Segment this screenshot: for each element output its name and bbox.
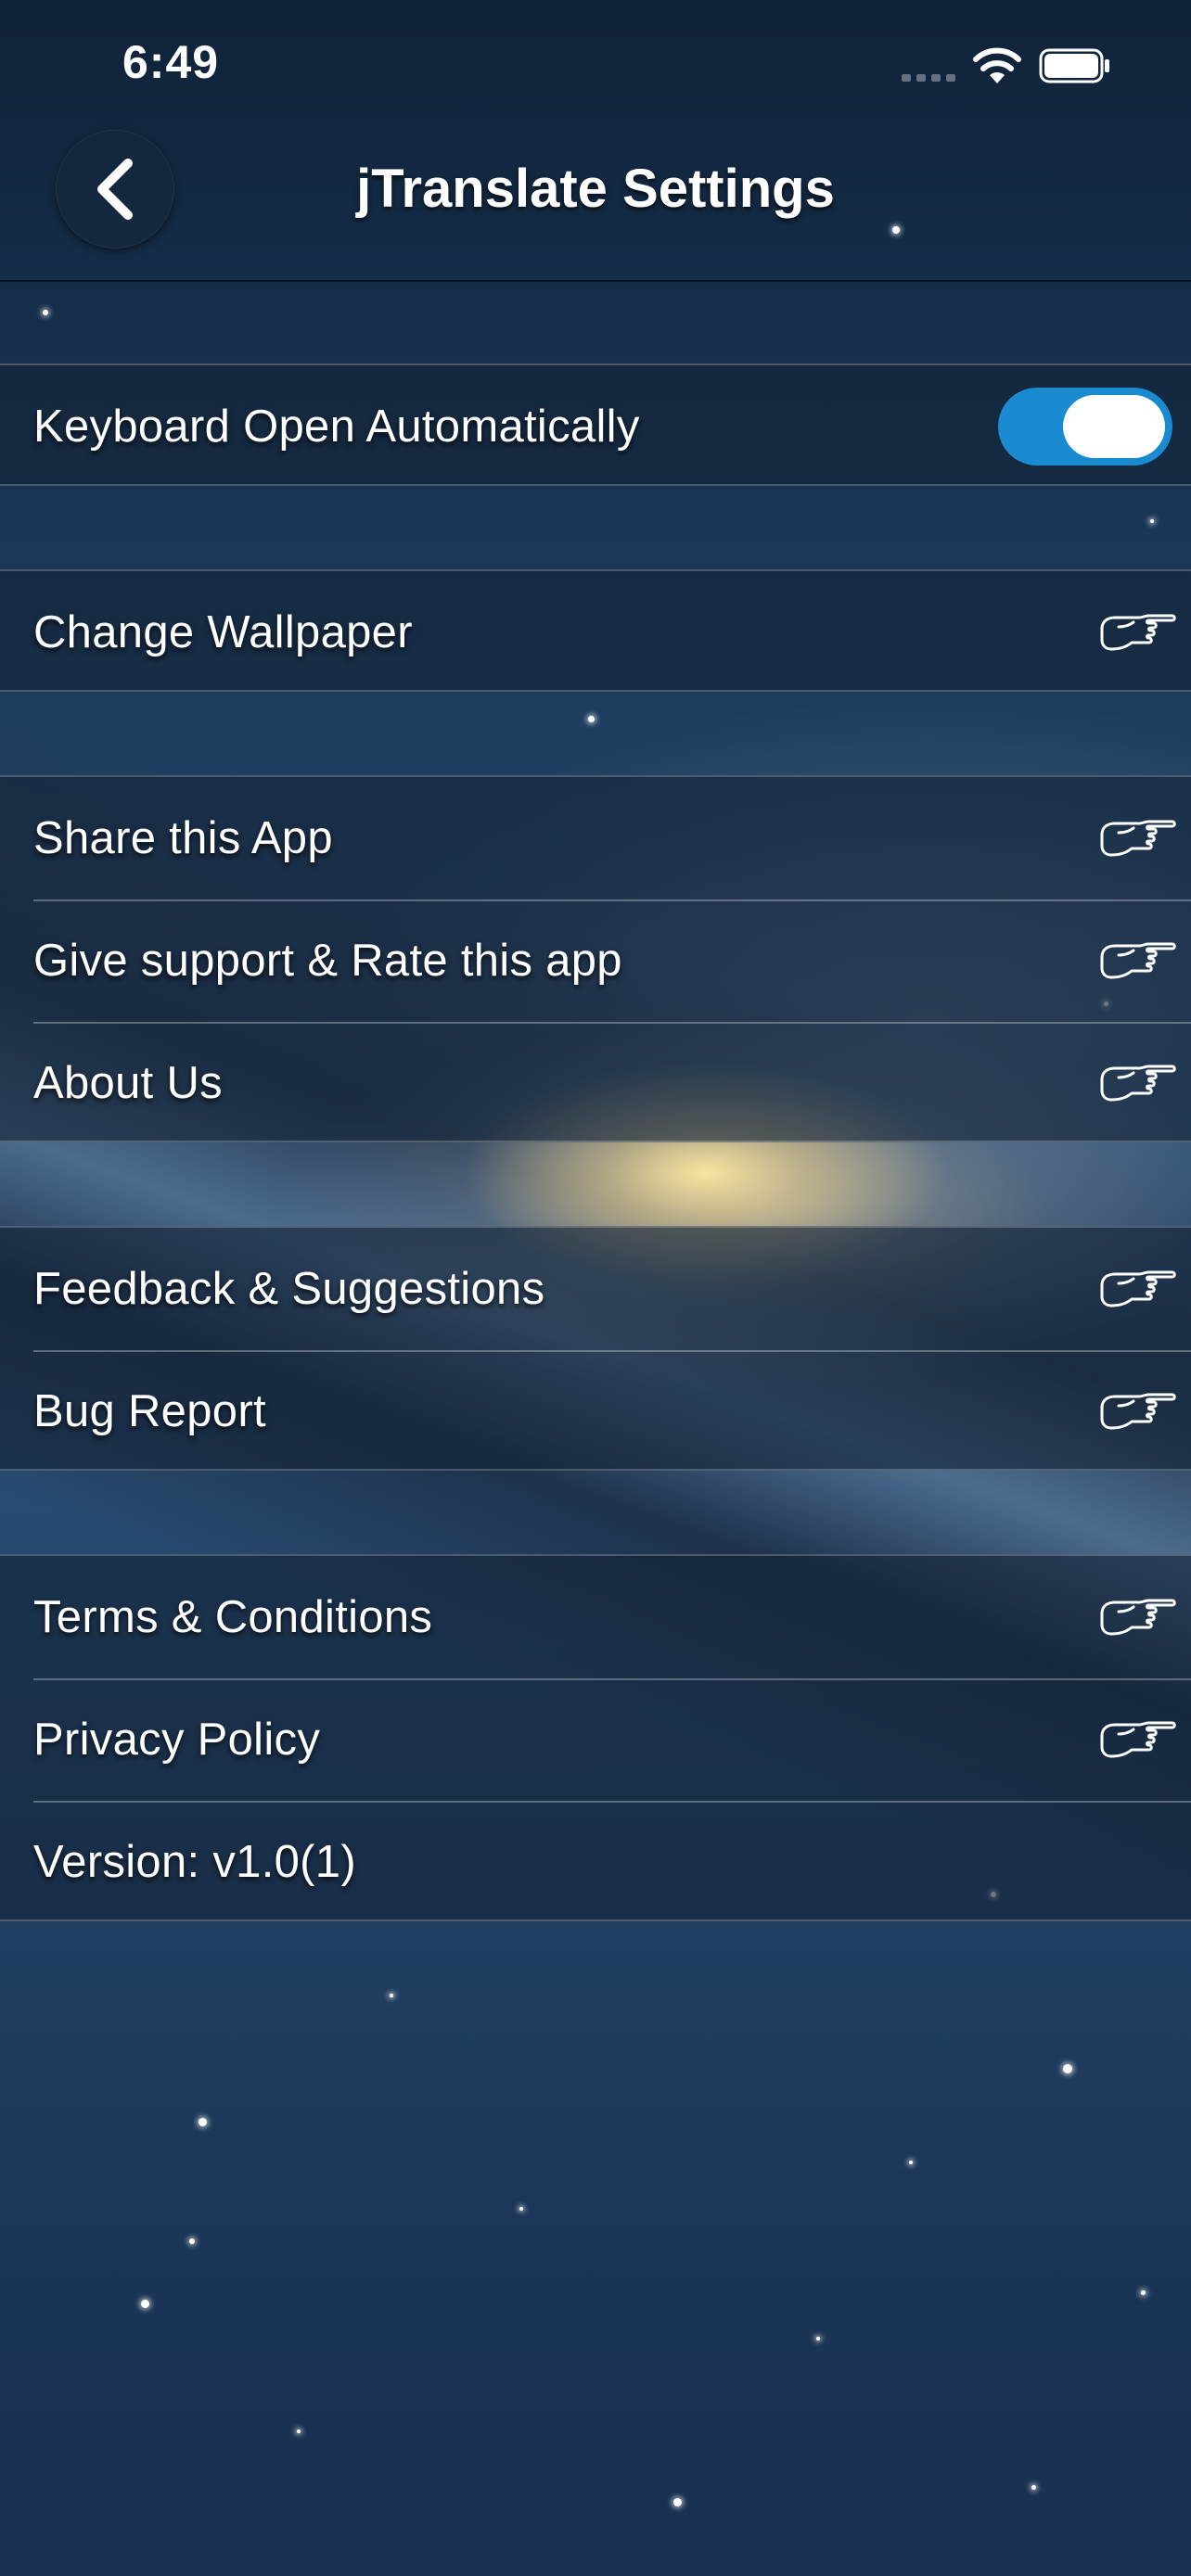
change-wallpaper-row[interactable]: Change Wallpaper — [0, 571, 1191, 694]
keyboard-open-row: Keyboard Open Automatically — [0, 365, 1191, 488]
star — [390, 1994, 393, 1997]
terms-row[interactable]: Terms & Conditions — [0, 1556, 1191, 1678]
pointing-hand-icon — [1100, 820, 1176, 857]
version-row: Version: v1.0(1) — [0, 1801, 1191, 1923]
toggle-knob — [1063, 395, 1165, 458]
keyboard-settings-group: Keyboard Open Automatically — [0, 363, 1191, 486]
feedback-row[interactable]: Feedback & Suggestions — [0, 1228, 1191, 1350]
star — [297, 2429, 301, 2433]
star — [673, 2498, 682, 2506]
pointing-hand-icon — [1100, 1270, 1176, 1307]
status-time: 6:49 — [122, 36, 220, 88]
star — [141, 2300, 149, 2308]
pointing-hand-icon — [1100, 1393, 1176, 1430]
star — [1063, 2064, 1072, 2073]
keyboard-open-toggle[interactable] — [998, 388, 1172, 465]
bug-report-row[interactable]: Bug Report — [0, 1350, 1191, 1473]
star — [1150, 519, 1154, 523]
privacy-row[interactable]: Privacy Policy — [0, 1678, 1191, 1801]
navigation-bar: jTranslate Settings — [0, 130, 1191, 282]
about-us-label: About Us — [33, 1058, 223, 1108]
share-app-label: Share this App — [33, 813, 333, 863]
terms-label: Terms & Conditions — [33, 1592, 433, 1642]
star — [43, 310, 48, 315]
about-us-row[interactable]: About Us — [0, 1022, 1191, 1144]
feedback-label: Feedback & Suggestions — [33, 1264, 545, 1314]
change-wallpaper-label: Change Wallpaper — [33, 607, 413, 657]
version-label: Version: v1.0(1) — [33, 1837, 356, 1887]
star — [1031, 2485, 1036, 2490]
star — [189, 2238, 195, 2244]
privacy-label: Privacy Policy — [33, 1715, 321, 1765]
rate-app-label: Give support & Rate this app — [33, 936, 622, 986]
pointing-hand-icon — [1100, 1721, 1176, 1758]
star — [816, 2337, 820, 2340]
legal-group: Terms & Conditions Privacy Policy Versio… — [0, 1554, 1191, 1921]
pointing-hand-icon — [1100, 1599, 1176, 1636]
star — [588, 716, 595, 722]
star — [519, 2207, 523, 2211]
page-title: jTranslate Settings — [356, 159, 835, 219]
pointing-hand-icon — [1100, 942, 1176, 979]
star — [909, 2161, 913, 2164]
star — [1141, 2290, 1146, 2295]
share-app-row[interactable]: Share this App — [0, 777, 1191, 899]
cellular-signal-icon — [902, 74, 955, 82]
rate-app-row[interactable]: Give support & Rate this app — [0, 899, 1191, 1022]
bug-report-label: Bug Report — [33, 1386, 266, 1436]
pointing-hand-icon — [1100, 614, 1176, 651]
star — [198, 2118, 207, 2126]
status-bar: 6:49 — [0, 0, 1191, 130]
keyboard-open-label: Keyboard Open Automatically — [33, 402, 640, 452]
feedback-group: Feedback & Suggestions Bug Report — [0, 1226, 1191, 1471]
app-group: Share this App Give support & Rate this … — [0, 775, 1191, 1142]
wallpaper-group: Change Wallpaper — [0, 569, 1191, 692]
wifi-icon — [973, 47, 1021, 83]
pointing-hand-icon — [1100, 1065, 1176, 1102]
battery-icon — [1039, 48, 1109, 83]
